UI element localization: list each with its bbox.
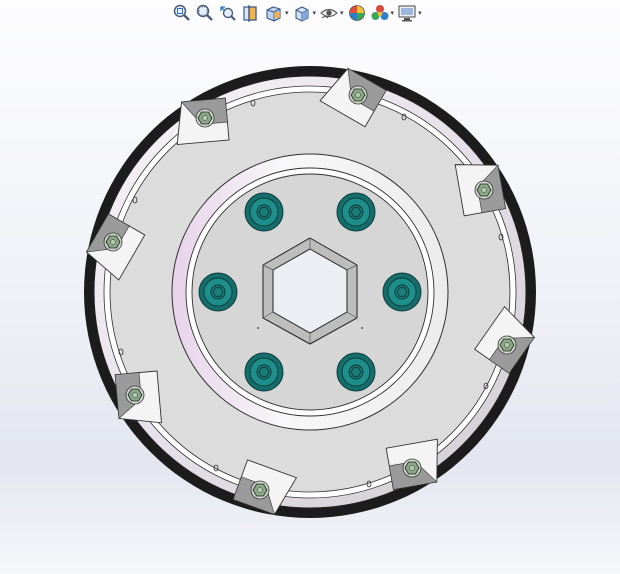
- hub-bolt: [382, 272, 422, 312]
- chevron-down-icon: ▾: [285, 8, 289, 17]
- clamp-bolt-center: [132, 392, 138, 398]
- view-orientation-button[interactable]: ▾: [264, 3, 289, 23]
- hub-bolt: [198, 272, 238, 312]
- clamp-bolt-center: [481, 187, 487, 193]
- clamp-bolt-center: [504, 342, 510, 348]
- view-orientation-icon: [266, 6, 281, 22]
- clamp-bolt-center: [110, 239, 116, 245]
- clamp: [454, 164, 507, 217]
- clamp-bolt: [402, 458, 422, 478]
- view-settings-icon: [398, 5, 416, 22]
- zoom-to-area-button[interactable]: [195, 3, 215, 23]
- chevron-down-icon: ▾: [340, 8, 344, 17]
- chevron-down-icon: ▾: [312, 8, 317, 17]
- chevron-down-icon: ▾: [418, 8, 422, 17]
- clamp-bolt: [250, 480, 270, 500]
- hide-show-items-button[interactable]: ▾: [319, 3, 344, 23]
- view-toolbar: ▾ ▾ ▾ ▾ ▾: [172, 2, 422, 24]
- clamp-bolt: [497, 335, 517, 355]
- clamp: [385, 438, 438, 491]
- display-style-icon: [294, 6, 309, 22]
- zoom-to-fit-button[interactable]: [172, 3, 192, 23]
- graphics-area[interactable]: [0, 26, 620, 574]
- display-style-button[interactable]: ▾: [292, 3, 317, 23]
- clamp-bolt: [474, 180, 494, 200]
- hub-bolt: [336, 192, 376, 232]
- view-settings-button[interactable]: ▾: [397, 3, 422, 23]
- disc-model[interactable]: [82, 64, 539, 518]
- clamp-bolt-center: [409, 465, 415, 471]
- hub-bolt: [244, 192, 284, 232]
- hub-dot: [257, 327, 259, 329]
- hub-bolt: [336, 352, 376, 392]
- section-view-button[interactable]: [241, 3, 261, 23]
- clamp: [176, 97, 230, 146]
- chevron-down-icon: ▾: [390, 8, 395, 17]
- clamp-bolt: [195, 108, 215, 128]
- zoom-to-fit-icon: [173, 4, 190, 21]
- zoom-to-area-icon: [196, 4, 213, 21]
- edit-appearance-button[interactable]: [347, 3, 367, 23]
- clamp-bolt: [348, 85, 368, 105]
- clamp-bolt-center: [202, 115, 208, 121]
- hub-bolt: [244, 352, 284, 392]
- clamp-bolt-center: [257, 487, 263, 493]
- section-view-icon: [243, 5, 257, 22]
- apply-scene-icon: [371, 5, 389, 20]
- apply-scene-button[interactable]: ▾: [370, 3, 395, 23]
- clamp-bolt: [125, 385, 145, 405]
- clamp: [114, 370, 163, 424]
- clamp-bolt-center: [355, 92, 361, 98]
- previous-view-icon: [220, 6, 236, 21]
- edit-appearance-icon: [348, 5, 365, 21]
- previous-view-button[interactable]: [218, 3, 238, 23]
- hide-show-items-icon: [320, 8, 338, 19]
- hub-dot: [361, 327, 363, 329]
- clamp-bolt: [103, 232, 123, 252]
- cad-model-view[interactable]: [0, 26, 620, 574]
